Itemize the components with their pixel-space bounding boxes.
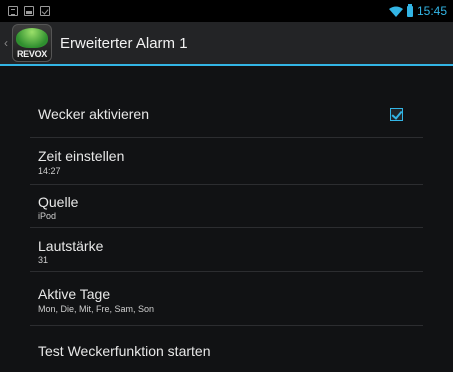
status-right: 15:45 bbox=[388, 3, 447, 18]
setting-summary: iPod bbox=[38, 211, 57, 221]
setting-active-days[interactable]: Aktive Tage Mon, Die, Mit, Fre, Sam, Son bbox=[30, 272, 423, 326]
battery-icon bbox=[406, 3, 413, 17]
page-title: Erweiterter Alarm 1 bbox=[60, 34, 188, 52]
notification-icon bbox=[8, 6, 18, 16]
setting-enable-alarm[interactable]: Wecker aktivieren bbox=[30, 92, 423, 138]
up-caret-icon[interactable]: ‹ bbox=[2, 21, 10, 65]
setting-set-time[interactable]: Zeit einstellen 14:27 bbox=[30, 138, 423, 185]
wifi-icon bbox=[388, 6, 403, 17]
setting-title: Aktive Tage bbox=[38, 286, 111, 302]
setting-source[interactable]: Quelle iPod bbox=[30, 185, 423, 228]
setting-summary: Mon, Die, Mit, Fre, Sam, Son bbox=[38, 304, 155, 314]
checklist-icon bbox=[40, 6, 50, 16]
setting-title: Lautstärke bbox=[38, 238, 104, 254]
setting-title: Test Weckerfunktion starten bbox=[38, 343, 211, 359]
setting-summary: 31 bbox=[38, 255, 49, 265]
enable-alarm-checkbox[interactable] bbox=[390, 108, 403, 121]
setting-test-alarm[interactable]: Test Weckerfunktion starten bbox=[30, 326, 423, 372]
setting-title: Quelle bbox=[38, 194, 79, 210]
setting-title: Zeit einstellen bbox=[38, 148, 125, 164]
status-left-icons bbox=[8, 6, 50, 16]
status-time: 15:45 bbox=[416, 4, 447, 18]
logo-text: REVOX bbox=[16, 49, 47, 59]
setting-volume[interactable]: Lautstärke 31 bbox=[30, 228, 423, 272]
action-bar: ‹ REVOX Erweiterter Alarm 1 bbox=[0, 22, 453, 66]
logo-emblem bbox=[16, 28, 48, 48]
setting-title: Wecker aktivieren bbox=[38, 106, 150, 122]
app-logo-icon[interactable]: REVOX bbox=[12, 24, 52, 62]
setting-summary: 14:27 bbox=[38, 166, 61, 176]
status-bar: 15:45 bbox=[0, 0, 453, 22]
image-icon bbox=[24, 6, 34, 16]
